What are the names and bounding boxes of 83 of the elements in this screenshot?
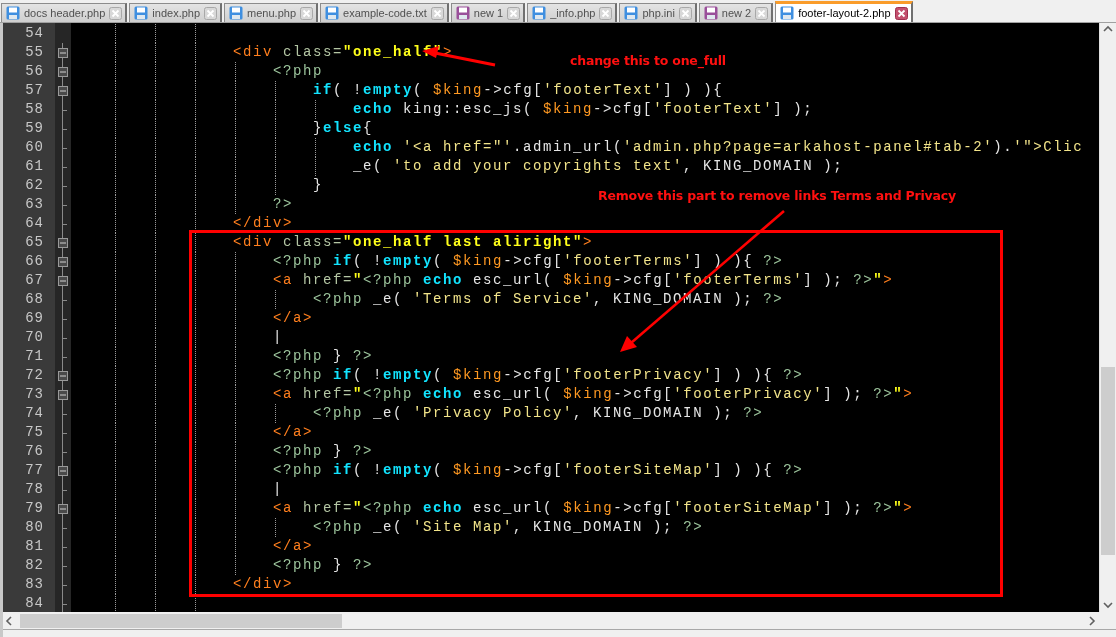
code-line: </a> — [273, 423, 314, 442]
fold-toggle-icon[interactable] — [55, 43, 71, 62]
code-line: </a> — [273, 537, 314, 556]
code-line: <?php if( !empty( $king->cfg['footerTerms'] ) ){ ?> — [273, 252, 784, 271]
line-number: 62 — [24, 176, 45, 195]
line-number: 59 — [24, 119, 45, 138]
fold-toggle-icon[interactable] — [55, 252, 71, 271]
line-number: 69 — [24, 309, 45, 328]
line-number: 64 — [24, 214, 45, 233]
line-number: 79 — [24, 499, 45, 518]
code-line: <?php _e( 'Privacy Policy', KING_DOMAIN ); ?> — [313, 404, 764, 423]
fold-toggle-icon[interactable] — [55, 81, 71, 100]
fold-toggle-icon[interactable] — [55, 271, 71, 290]
line-number: 83 — [24, 575, 45, 594]
code-line: <?php if( !empty( $king->cfg['footerSiteMap'] ) ){ ?> — [273, 461, 804, 480]
fold-toggle-icon[interactable] — [55, 366, 71, 385]
code-line: </a> — [273, 309, 314, 328]
line-number: 84 — [24, 594, 45, 612]
file-tab[interactable]: docs header.php — [1, 3, 128, 22]
line-number: 57 — [24, 81, 45, 100]
line-number: 70 — [24, 328, 45, 347]
line-number: 72 — [24, 366, 45, 385]
fold-toggle-icon[interactable] — [55, 461, 71, 480]
code-line: echo king::esc_js( $king->cfg['footerText'] ); — [353, 100, 814, 119]
line-number: 54 — [24, 24, 45, 43]
line-number: 60 — [24, 138, 45, 157]
code-line: if( !empty( $king->cfg['footerText'] ) ){ — [313, 81, 724, 100]
code-line: echo '<a href="'.admin_url('admin.php?page=arkahost-panel#tab-2').'">Clic — [353, 138, 1084, 157]
annotation-note: Remove this part to remove links Terms and Privacy — [598, 188, 956, 203]
code-line: <?php } ?> — [273, 556, 374, 575]
code-line: } — [313, 176, 324, 195]
line-number: 67 — [24, 271, 45, 290]
line-number: 77 — [24, 461, 45, 480]
file-tab[interactable]: index.php — [129, 3, 223, 22]
code-line: <?php } ?> — [273, 347, 374, 366]
line-number: 82 — [24, 556, 45, 575]
line-number: 55 — [24, 43, 45, 62]
file-tab[interactable]: footer-layout-2.php — [775, 1, 913, 22]
line-number: 71 — [24, 347, 45, 366]
code-line: | — [273, 328, 284, 347]
line-number: 73 — [24, 385, 45, 404]
file-tab[interactable]: new 1 — [450, 3, 526, 22]
line-number: 66 — [24, 252, 45, 271]
code-line: <?php if( !empty( $king->cfg['footerPrivacy'] ) ){ ?> — [273, 366, 804, 385]
scroll-thumb[interactable] — [1101, 367, 1115, 555]
close-icon[interactable] — [894, 6, 908, 20]
line-number: 80 — [24, 518, 45, 537]
fold-toggle-icon[interactable] — [55, 385, 71, 404]
vertical-scrollbar[interactable] — [1099, 23, 1116, 612]
line-number: 75 — [24, 423, 45, 442]
code-line: | — [273, 480, 284, 499]
code-line: }else{ — [313, 119, 374, 138]
file-tab[interactable]: php.ini — [619, 3, 697, 22]
code-line: _e( 'to add your copyrights text', KING_DOMAIN ); — [353, 157, 844, 176]
code-line: </div> — [233, 575, 294, 594]
file-tab[interactable]: new 2 — [698, 3, 774, 22]
line-number: 65 — [24, 233, 45, 252]
line-number: 78 — [24, 480, 45, 499]
line-number: 56 — [24, 62, 45, 81]
annotation-note: change this to one_full — [570, 53, 726, 68]
code-line: <a href="<?php echo esc_url( $king->cfg['footerPrivacy'] ); ?>"> — [273, 385, 914, 404]
fold-toggle-icon[interactable] — [55, 499, 71, 518]
code-line: </div> — [233, 214, 294, 233]
file-tab[interactable]: example-code.txt — [320, 3, 449, 22]
file-tab[interactable]: _info.php — [527, 3, 618, 22]
line-number: 58 — [24, 100, 45, 119]
line-number: 68 — [24, 290, 45, 309]
code-editor[interactable] — [3, 23, 1099, 612]
code-line: <a href="<?php echo esc_url( $king->cfg['footerSiteMap'] ); ?>"> — [273, 499, 914, 518]
code-line: <?php — [273, 62, 324, 81]
code-line: <div class="one_half last aliright"> — [233, 233, 594, 252]
file-tab[interactable]: menu.php — [224, 3, 318, 22]
line-number: 81 — [24, 537, 45, 556]
code-line: <?php } ?> — [273, 442, 374, 461]
code-line: <?php _e( 'Site Map', KING_DOMAIN ); ?> — [313, 518, 704, 537]
fold-toggle-icon[interactable] — [55, 233, 71, 252]
line-number: 63 — [24, 195, 45, 214]
line-number: 76 — [24, 442, 45, 461]
code-line: ?> — [273, 195, 294, 214]
line-number: 61 — [24, 157, 45, 176]
line-number: 74 — [24, 404, 45, 423]
scroll-thumb[interactable] — [20, 613, 342, 628]
fold-toggle-icon[interactable] — [55, 62, 71, 81]
